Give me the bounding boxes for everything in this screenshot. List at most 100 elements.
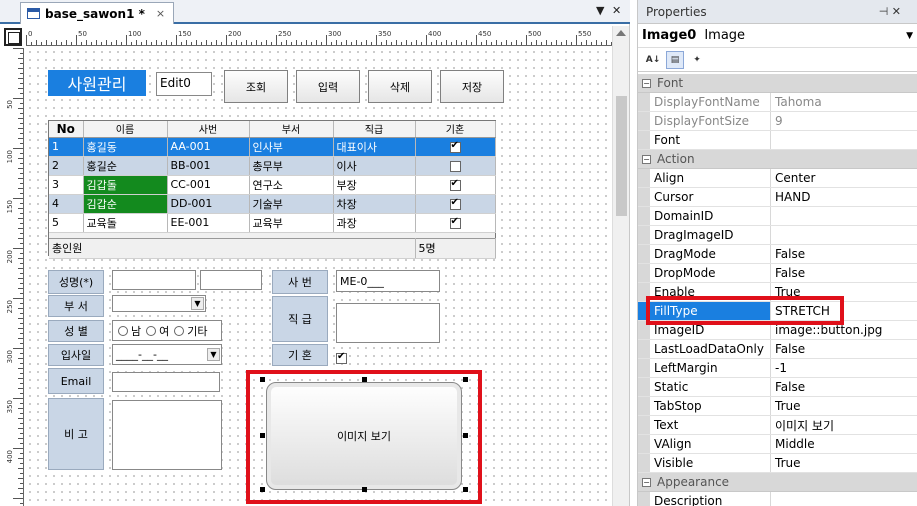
events-icon[interactable]: ✦	[688, 51, 706, 69]
property-value[interactable]: HAND	[771, 188, 917, 206]
property-value[interactable]	[771, 131, 917, 149]
email-field[interactable]	[112, 372, 220, 392]
property-value[interactable]: 9	[771, 112, 917, 130]
remarks-textarea[interactable]	[112, 400, 222, 470]
married-checkbox-form[interactable]	[336, 351, 347, 364]
property-value[interactable]: Middle	[771, 435, 917, 453]
resize-handle[interactable]	[362, 377, 367, 382]
married-checkbox[interactable]	[449, 160, 461, 172]
document-tab[interactable]: base_sawon1 * ×	[20, 2, 175, 24]
property-row-text[interactable]: Text 이미지 보기	[638, 416, 917, 435]
married-checkbox[interactable]	[449, 216, 461, 229]
married-checkbox[interactable]	[449, 178, 461, 191]
property-row-lastloaddataonly[interactable]: LastLoadDataOnly False	[638, 340, 917, 359]
grid-header[interactable]: 사번	[167, 121, 250, 138]
property-row-dragimageid[interactable]: DragImageID	[638, 226, 917, 245]
property-row-displayfontsize[interactable]: DisplayFontSize 9	[638, 112, 917, 131]
table-row[interactable]: 1 홍길동 AA-001 인사부 대표이사	[49, 137, 496, 157]
table-row[interactable]: 4 김갑순 DD-001 기술부 차장	[49, 194, 496, 214]
category-action[interactable]: − Action	[638, 150, 917, 169]
calendar-dropdown-icon[interactable]: ▼	[207, 348, 220, 361]
property-value[interactable]: -1	[771, 359, 917, 377]
name-field[interactable]	[112, 270, 196, 290]
married-checkbox[interactable]	[449, 197, 461, 210]
pin-close-icon[interactable]: ⊣ ✕	[879, 5, 901, 18]
property-value[interactable]	[771, 492, 917, 506]
grid-header[interactable]: No	[49, 121, 84, 138]
image-view-button[interactable]: 이미지 보기	[266, 382, 462, 490]
table-row[interactable]: 2 홍길순 BB-001 총무부 이사	[49, 156, 496, 176]
form-canvas[interactable]: 사원관리 Edit0 조회 입력 삭제 저장 No 이름 사번 부서 직급 기혼…	[26, 48, 612, 506]
close-icon[interactable]: ×	[156, 7, 165, 20]
delete-button[interactable]: 삭제	[368, 70, 432, 103]
married-checkbox[interactable]	[449, 140, 461, 153]
property-value[interactable]: False	[771, 245, 917, 263]
vertical-scrollbar[interactable]	[612, 26, 629, 506]
edit0-field[interactable]: Edit0	[156, 72, 212, 96]
property-row-cursor[interactable]: Cursor HAND	[638, 188, 917, 207]
grid-header[interactable]: 부서	[249, 121, 334, 138]
table-row[interactable]: 3 김갑돌 CC-001 연구소 부장	[49, 175, 496, 195]
radio-female[interactable]	[146, 325, 157, 336]
object-selector[interactable]: Image0 Image ▼	[638, 24, 917, 48]
property-value[interactable]: False	[771, 340, 917, 358]
property-value[interactable]: False	[771, 378, 917, 396]
property-value[interactable]: True	[771, 454, 917, 472]
category-appearance[interactable]: − Appearance	[638, 473, 917, 492]
table-row[interactable]: 5 교육돌 EE-001 교육부 과장	[49, 213, 496, 233]
property-row-description[interactable]: Description	[638, 492, 917, 506]
property-row-static[interactable]: Static False	[638, 378, 917, 397]
property-row-align[interactable]: Align Center	[638, 169, 917, 188]
resize-handle[interactable]	[463, 487, 468, 492]
close-pane-icon[interactable]: ✕	[612, 4, 621, 17]
property-row-domainid[interactable]: DomainID	[638, 207, 917, 226]
radio-other[interactable]	[174, 325, 185, 336]
property-row-valign[interactable]: VAlign Middle	[638, 435, 917, 454]
property-value[interactable]: True	[771, 397, 917, 415]
dropdown-arrow-icon[interactable]: ▼	[596, 4, 604, 17]
property-value[interactable]: False	[771, 264, 917, 282]
rank-field[interactable]	[336, 303, 440, 343]
property-row-dropmode[interactable]: DropMode False	[638, 264, 917, 283]
name-sub-field[interactable]	[200, 270, 262, 290]
chevron-down-icon[interactable]: ▼	[906, 31, 913, 41]
scroll-up-icon[interactable]	[616, 30, 626, 36]
property-row-leftmargin[interactable]: LeftMargin -1	[638, 359, 917, 378]
property-row-dragmode[interactable]: DragMode False	[638, 245, 917, 264]
radio-male[interactable]	[118, 325, 128, 336]
categorized-icon[interactable]: ▤	[666, 50, 684, 69]
resize-handle[interactable]	[260, 433, 265, 438]
dept-combo[interactable]: ▼	[112, 295, 206, 312]
property-value[interactable]: Tahoma	[771, 93, 917, 111]
scrollbar-thumb[interactable]	[616, 96, 627, 216]
grid-header[interactable]: 기혼	[415, 121, 496, 138]
collapse-icon[interactable]: −	[642, 154, 651, 164]
property-row-tabstop[interactable]: TabStop True	[638, 397, 917, 416]
resize-handle[interactable]	[260, 377, 265, 382]
save-button[interactable]: 저장	[440, 70, 504, 103]
resize-handle[interactable]	[463, 377, 468, 382]
resize-handle[interactable]	[362, 487, 367, 492]
emp-no-field[interactable]: ME-0___	[336, 270, 440, 292]
resize-handle[interactable]	[260, 487, 265, 492]
property-row-visible[interactable]: Visible True	[638, 454, 917, 473]
employee-grid[interactable]: No 이름 사번 부서 직급 기혼 1 홍길동 AA-001 인사부 대표이사	[48, 120, 496, 259]
property-value[interactable]: 이미지 보기	[771, 416, 917, 434]
chevron-down-icon[interactable]: ▼	[191, 297, 204, 310]
join-date-field[interactable]: ____-__-__ ▼	[112, 344, 222, 365]
grid-header[interactable]: 직급	[333, 121, 416, 138]
category-font[interactable]: − Font	[638, 74, 917, 93]
property-row-font[interactable]: Font	[638, 131, 917, 150]
resize-handle[interactable]	[463, 433, 468, 438]
property-row-displayfontname[interactable]: DisplayFontName Tahoma	[638, 93, 917, 112]
insert-button[interactable]: 입력	[296, 70, 360, 103]
property-value[interactable]	[771, 226, 917, 244]
search-button[interactable]: 조회	[224, 70, 288, 103]
collapse-icon[interactable]: −	[642, 78, 651, 88]
property-value[interactable]: Center	[771, 169, 917, 187]
property-grid[interactable]: − Font DisplayFontName Tahoma DisplayFontS…	[638, 74, 917, 506]
property-value[interactable]	[771, 207, 917, 225]
grid-header[interactable]: 이름	[83, 121, 168, 138]
collapse-icon[interactable]: −	[642, 477, 651, 487]
sort-alpha-icon[interactable]: A↓	[644, 51, 662, 69]
